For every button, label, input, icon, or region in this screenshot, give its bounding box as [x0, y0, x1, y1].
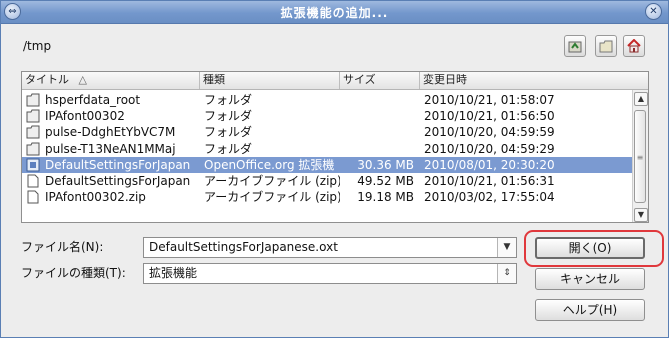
- current-path: /tmp: [23, 39, 52, 53]
- folder-icon: [26, 109, 40, 123]
- title-bar: ⇔ 拡張機能の追加... ✕: [1, 1, 668, 24]
- column-header-title[interactable]: タイトル △: [22, 72, 200, 89]
- file-type: フォルダ: [204, 125, 253, 140]
- file-type: アーカイブファイル (zip): [204, 174, 340, 188]
- file-size: 49.52 MB: [357, 174, 414, 188]
- file-modified: 2010/10/20, 04:59:59: [424, 125, 555, 140]
- file-modified: 2010/10/21, 01:56:50: [424, 109, 555, 124]
- scroll-down-icon[interactable]: ▼: [634, 208, 648, 222]
- filename-label: ファイル名(N):: [21, 240, 104, 254]
- column-header-modified[interactable]: 変更日時: [420, 72, 648, 89]
- file-modified: 2010/10/21, 01:56:31: [424, 174, 555, 188]
- column-header-size[interactable]: サイズ: [340, 72, 420, 89]
- column-header-type[interactable]: 種類: [200, 72, 340, 89]
- scrollbar-thumb[interactable]: ≡: [634, 110, 646, 203]
- file-icon: [26, 190, 40, 204]
- file-row[interactable]: IPAfont00302 フォルダ 2010/10/21, 01:56:50: [22, 108, 632, 124]
- file-list-scrollbar[interactable]: ▲ ≡ ▼: [632, 90, 648, 222]
- file-size: 19.18 MB: [357, 190, 414, 205]
- file-name: pulse-DdghEtYbVC7M: [45, 125, 176, 140]
- file-row[interactable]: pulse-T13NeAN1MMaj フォルダ 2010/10/20, 04:59:…: [22, 141, 632, 157]
- file-type: フォルダ: [204, 93, 253, 107]
- filename-input[interactable]: DefaultSettingsForJapanese.oxt: [149, 240, 338, 254]
- updown-icon[interactable]: ⇕: [497, 264, 516, 283]
- chevron-down-icon[interactable]: ▼: [497, 238, 516, 257]
- file-row[interactable]: DefaultSettingsForJapan アーカイブファイル (zip) 49…: [22, 173, 632, 189]
- new-folder-button[interactable]: [595, 35, 617, 57]
- file-row[interactable]: pulse-DdghEtYbVC7M フォルダ 2010/10/20, 04:59:…: [22, 124, 632, 140]
- file-name: IPAfont00302: [45, 109, 125, 124]
- file-name: DefaultSettingsForJapan: [45, 174, 191, 188]
- extension-icon: [26, 158, 40, 172]
- file-row[interactable]: hsperfdata_root フォルダ 2010/10/21, 01:58:07: [22, 92, 632, 108]
- annotation-highlight-ring: [524, 230, 664, 267]
- file-name: IPAfont00302.zip: [45, 190, 146, 205]
- cancel-button[interactable]: キャンセル: [535, 268, 645, 290]
- file-modified: 2010/08/01, 20:30:20: [424, 157, 555, 172]
- up-folder-icon: [568, 41, 582, 53]
- scroll-up-icon[interactable]: ▲: [634, 92, 648, 106]
- file-name: pulse-T13NeAN1MMaj: [45, 141, 176, 156]
- up-folder-button[interactable]: [564, 35, 586, 57]
- file-modified: 2010/03/02, 17:55:04: [424, 190, 555, 205]
- help-button[interactable]: ヘルプ(H): [535, 299, 645, 321]
- file-list-header: タイトル △ 種類 サイズ 変更日時: [22, 72, 648, 90]
- file-name: hsperfdata_root: [45, 93, 141, 107]
- file-modified: 2010/10/20, 04:59:29: [424, 141, 555, 156]
- window-title: 拡張機能の追加...: [280, 6, 389, 20]
- filetype-label: ファイルの種類(T):: [21, 266, 126, 280]
- file-type: フォルダ: [204, 109, 253, 124]
- new-folder-icon: [599, 40, 613, 53]
- filetype-select[interactable]: 拡張機能 ⇕: [143, 263, 517, 284]
- filename-combobox[interactable]: DefaultSettingsForJapanese.oxt ▼: [143, 237, 517, 258]
- file-type: OpenOffice.org 拡張機: [204, 157, 335, 172]
- file-row[interactable]: IPAfont00302.zip アーカイブファイル (zip) 19.18 MB 2…: [22, 189, 632, 205]
- home-icon: [627, 39, 641, 53]
- file-type: アーカイブファイル (zip): [204, 190, 340, 205]
- file-modified: 2010/10/21, 01:58:07: [424, 93, 555, 107]
- home-folder-button[interactable]: [623, 35, 645, 57]
- add-extension-dialog: ⇔ 拡張機能の追加... ✕ /tmp タイトル △ 種類 サイズ 変更日時 h…: [0, 0, 669, 338]
- close-icon[interactable]: ✕: [645, 3, 662, 20]
- sort-ascending-icon: △: [78, 73, 87, 86]
- file-type: フォルダ: [204, 141, 253, 156]
- folder-icon: [26, 93, 40, 107]
- file-list[interactable]: タイトル △ 種類 サイズ 変更日時 hsperfdata_root フォルダ 20…: [21, 71, 649, 223]
- folder-icon: [26, 142, 40, 156]
- file-icon: [26, 174, 40, 188]
- folder-icon: [26, 125, 40, 139]
- file-row[interactable]: DefaultSettingsForJapan OpenOffice.org 拡張…: [22, 156, 632, 173]
- file-size: 30.36 MB: [357, 157, 414, 172]
- file-name: DefaultSettingsForJapan: [45, 157, 191, 172]
